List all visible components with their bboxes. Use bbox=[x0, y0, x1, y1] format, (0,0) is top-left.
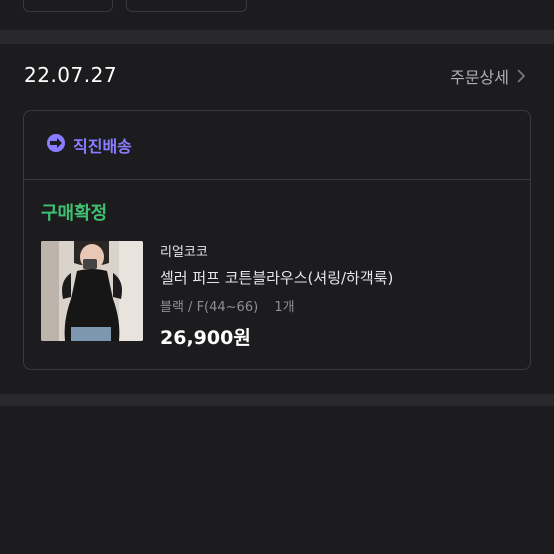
shipping-label: 직진배송 bbox=[73, 137, 132, 156]
product-thumbnail[interactable] bbox=[41, 241, 143, 341]
product-name[interactable]: 셀러 퍼프 코튼블라우스(셔링/하객룩) bbox=[160, 267, 393, 288]
chevron-right-icon bbox=[517, 69, 526, 83]
order-card[interactable]: 직진배송 구매확정 리얼코코 셀러 퍼프 코튼블라우스(셔링/하객룩) 블랙 /… bbox=[23, 110, 531, 370]
product-quantity: 1개 bbox=[274, 300, 295, 315]
card-divider bbox=[24, 179, 530, 180]
product-info: 리얼코코 셀러 퍼프 코튼블라우스(셔링/하객룩) 블랙 / F(44~66) … bbox=[160, 241, 393, 350]
previous-action-button-right[interactable] bbox=[126, 0, 247, 12]
product-brand: 리얼코코 bbox=[160, 245, 208, 260]
order-date: 22.07.27 bbox=[24, 63, 118, 87]
order-detail-link[interactable]: 주문상세 bbox=[450, 64, 526, 88]
shipping-type: 직진배송 bbox=[46, 133, 132, 157]
section-divider-bottom bbox=[0, 394, 554, 406]
product-options: 블랙 / F(44~66) 1개 bbox=[160, 296, 393, 315]
product-price: 26,900원 bbox=[160, 327, 251, 349]
order-status: 구매확정 bbox=[41, 203, 108, 224]
direct-shipping-icon bbox=[46, 133, 66, 157]
previous-action-button-left[interactable] bbox=[23, 0, 113, 12]
order-detail-label: 주문상세 bbox=[450, 68, 509, 87]
section-divider-top bbox=[0, 30, 554, 44]
top-strip bbox=[0, 0, 554, 14]
product-option: 블랙 / F(44~66) bbox=[160, 300, 259, 315]
